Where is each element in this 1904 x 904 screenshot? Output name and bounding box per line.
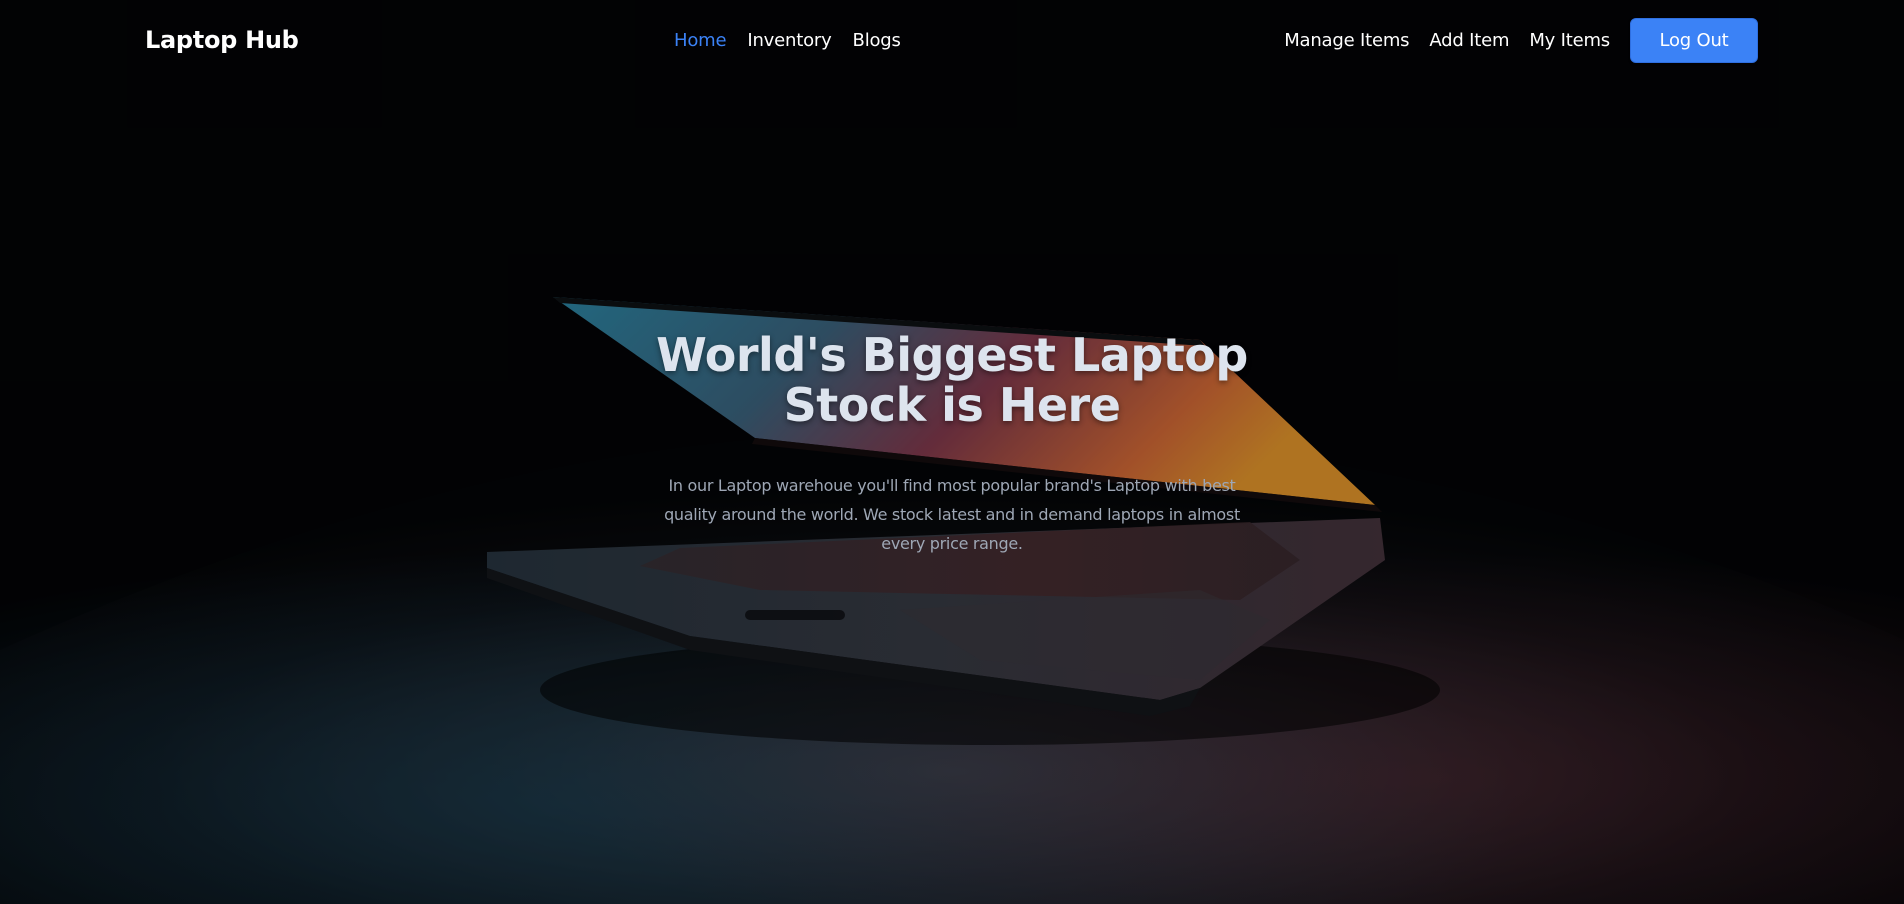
nav-link-add-item[interactable]: Add Item	[1429, 28, 1509, 54]
primary-nav: Home Inventory Blogs	[674, 28, 901, 54]
nav-link-manage-items[interactable]: Manage Items	[1284, 28, 1409, 54]
navbar: Laptop Hub Home Inventory Blogs Manage I…	[0, 0, 1904, 82]
user-nav: Manage Items Add Item My Items Log Out	[1284, 18, 1758, 63]
landing-page: Laptop Hub Home Inventory Blogs Manage I…	[0, 0, 1904, 904]
hero-description: In our Laptop warehoue you'll find most …	[664, 476, 1240, 553]
hero-title: World's Biggest Laptop Stock is Here	[656, 328, 1248, 432]
nav-link-my-items[interactable]: My Items	[1529, 28, 1610, 54]
nav-link-blogs[interactable]: Blogs	[853, 28, 901, 54]
hero-section: World's Biggest Laptop Stock is Here In …	[0, 330, 1904, 558]
brand-logo[interactable]: Laptop Hub	[145, 24, 299, 56]
nav-link-inventory[interactable]: Inventory	[747, 28, 831, 54]
nav-link-home[interactable]: Home	[674, 28, 727, 54]
logout-button[interactable]: Log Out	[1630, 18, 1758, 63]
